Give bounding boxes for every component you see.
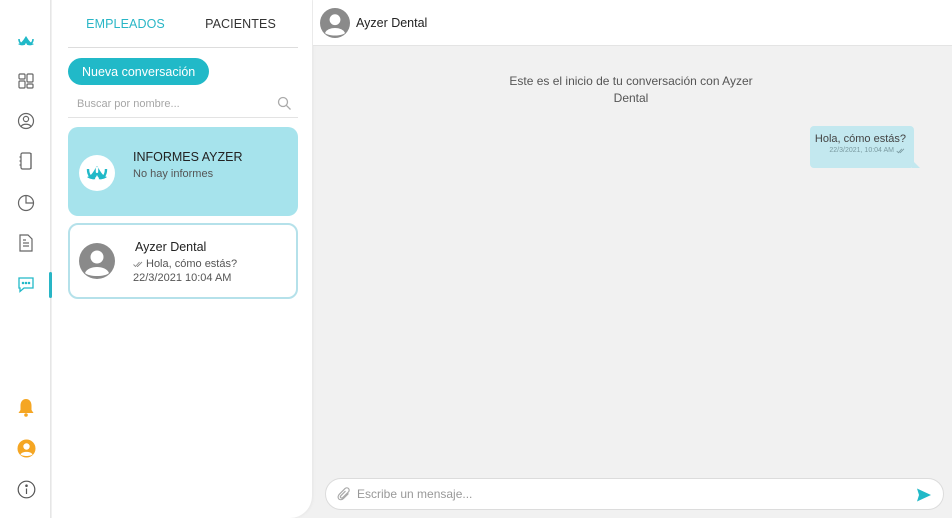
message-input[interactable] xyxy=(357,484,897,504)
send-icon[interactable] xyxy=(916,487,932,503)
user-avatar-icon xyxy=(79,243,115,279)
user-circle-icon[interactable] xyxy=(15,110,37,132)
profile-icon[interactable] xyxy=(15,437,37,459)
search-input[interactable] xyxy=(68,92,268,116)
conversation-preview-text: Hola, cómo estás? xyxy=(146,258,238,270)
conversation-item-ayzer-dental[interactable]: Ayzer Dental Hola, cómo estás? 22/3/2021… xyxy=(68,223,298,299)
user-avatar-icon xyxy=(320,8,350,38)
conversation-subtitle: No hay informes xyxy=(133,168,214,180)
ayzer-logo-avatar xyxy=(79,155,115,191)
search-box xyxy=(68,92,298,118)
message-time: 22/3/2021, 10:04 AM xyxy=(829,147,894,154)
message-bubble-outgoing: Hola, cómo estás? 22/3/2021, 10:04 AM xyxy=(810,126,920,168)
chat-contact-name: Ayzer Dental xyxy=(356,16,428,30)
new-conversation-button[interactable]: Nueva conversación xyxy=(68,58,210,85)
avatar xyxy=(320,8,350,38)
tab-pacientes[interactable]: PACIENTES xyxy=(183,0,298,47)
conversation-title: INFORMES AYZER xyxy=(133,150,243,164)
info-icon[interactable] xyxy=(15,478,37,500)
dashboard-icon[interactable] xyxy=(15,70,37,92)
message-composer xyxy=(325,478,944,510)
search-icon[interactable] xyxy=(277,96,292,111)
tab-empleados[interactable]: EMPLEADOS xyxy=(68,0,183,47)
conversation-item-informes[interactable]: INFORMES AYZER No hay informes xyxy=(68,127,298,216)
conversation-preview: Hola, cómo estás? xyxy=(133,258,237,270)
conversation-timestamp: 22/3/2021 10:04 AM xyxy=(133,272,232,284)
bell-icon[interactable] xyxy=(15,396,37,418)
chat-start-notice: Este es el inicio de tu conversación con… xyxy=(509,74,753,105)
ayzer-logo-icon xyxy=(86,166,108,180)
message-meta: 22/3/2021, 10:04 AM xyxy=(810,147,906,154)
message-text: Hola, cómo estás? xyxy=(814,133,906,145)
chat-header: Ayzer Dental xyxy=(313,0,952,46)
ayzer-logo-icon[interactable] xyxy=(15,30,37,52)
icon-rail xyxy=(0,0,52,518)
conversation-title: Ayzer Dental xyxy=(135,240,207,254)
paperclip-icon[interactable] xyxy=(337,487,352,502)
agenda-icon[interactable] xyxy=(15,150,37,172)
pie-chart-icon[interactable] xyxy=(15,192,37,214)
tab-bar: EMPLEADOS PACIENTES xyxy=(68,0,298,48)
document-icon[interactable] xyxy=(15,232,37,254)
double-check-icon xyxy=(133,261,143,267)
chat-icon[interactable] xyxy=(15,274,37,296)
avatar xyxy=(79,243,115,279)
double-check-icon xyxy=(896,148,905,153)
conversation-panel: EMPLEADOS PACIENTES Nueva conversación I… xyxy=(52,0,312,518)
